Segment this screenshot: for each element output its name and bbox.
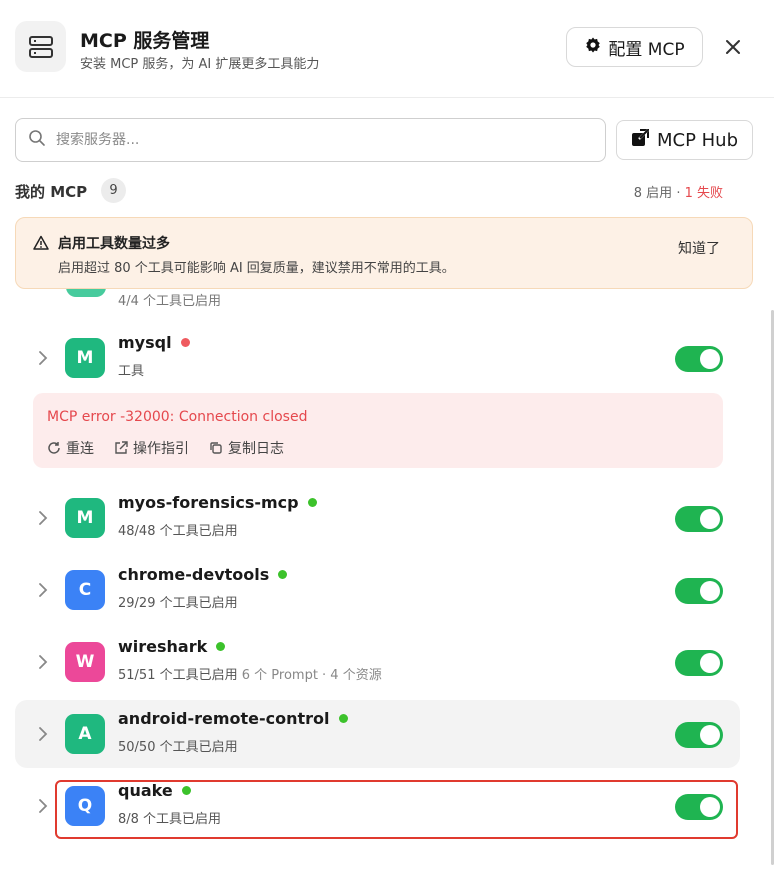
copy-icon — [210, 442, 222, 454]
warning-icon — [33, 235, 49, 255]
configure-mcp-button[interactable]: 配置 MCP — [566, 27, 703, 67]
server-subtitle: 工具 — [118, 364, 145, 379]
search-icon — [28, 129, 46, 151]
guide-link[interactable]: 操作指引 — [114, 438, 189, 458]
server-name: myos-forensics-mcp — [118, 493, 317, 512]
failed-count: 1 失败 — [684, 186, 723, 201]
dialog-subtitle: 安装 MCP 服务，为 AI 扩展更多工具能力 — [80, 57, 320, 72]
server-toggle[interactable] — [675, 506, 723, 532]
partial-avatar — [66, 289, 106, 297]
server-extra-info: 6 个 Prompt · 4 个资源 — [237, 668, 382, 683]
server-toggle[interactable] — [675, 722, 723, 748]
server-name: wireshark — [118, 637, 226, 656]
warning-title: 启用工具数量过多 — [58, 236, 170, 252]
online-status-dot — [338, 714, 348, 723]
server-subtitle: 8/8 个工具已启用 — [118, 812, 222, 827]
close-button[interactable] — [720, 34, 746, 60]
reconnect-button[interactable]: 重连 — [47, 438, 94, 458]
server-row-quake[interactable]: Q quake 8/8 个工具已启用 — [15, 772, 740, 840]
server-name: android-remote-control — [118, 709, 348, 728]
dialog-header: MCP 服务管理 安装 MCP 服务，为 AI 扩展更多工具能力 配置 MCP — [0, 0, 774, 98]
server-toggle[interactable] — [675, 346, 723, 372]
server-list[interactable]: 4/4 个工具已启用 M mysql 工具 MCP error -32000: … — [0, 289, 770, 870]
server-avatar: A — [65, 714, 105, 754]
server-toggle[interactable] — [675, 794, 723, 820]
server-subtitle: 50/50 个工具已启用 — [118, 740, 238, 755]
online-status-dot — [307, 498, 317, 507]
server-icon — [15, 21, 66, 72]
server-row-mysql[interactable]: M mysql 工具 — [15, 324, 740, 392]
chevron-right-icon[interactable] — [37, 351, 49, 365]
server-name: quake — [118, 781, 191, 800]
server-avatar: C — [65, 570, 105, 610]
online-status-dot — [278, 570, 288, 579]
server-subtitle: 48/48 个工具已启用 — [118, 524, 238, 539]
server-row-chrome-devtools[interactable]: C chrome-devtools 29/29 个工具已启用 — [15, 556, 740, 624]
configure-mcp-label: 配置 MCP — [608, 39, 685, 60]
dialog-title: MCP 服务管理 — [80, 30, 210, 52]
server-stats: 8 启用 · 1 失败 — [634, 182, 723, 201]
server-subtitle: 51/51 个工具已启用 6 个 Prompt · 4 个资源 — [118, 668, 382, 683]
server-toggle[interactable] — [675, 578, 723, 604]
dismiss-warning-button[interactable]: 知道了 — [678, 238, 720, 258]
mcp-hub-button[interactable]: MCP Hub — [616, 120, 753, 160]
refresh-icon — [48, 442, 60, 454]
server-avatar: M — [65, 498, 105, 538]
section-title: 我的 MCP — [15, 183, 88, 201]
error-panel: MCP error -32000: Connection closed 重连 操… — [33, 393, 723, 468]
server-row-myos-forensics-mcp[interactable]: M myos-forensics-mcp 48/48 个工具已启用 — [15, 484, 740, 552]
error-message: MCP error -32000: Connection closed — [47, 409, 308, 425]
error-status-dot — [180, 338, 190, 347]
copy-log-button[interactable]: 复制日志 — [209, 438, 284, 458]
server-row-wireshark[interactable]: W wireshark 51/51 个工具已启用 6 个 Prompt · 4 … — [15, 628, 740, 696]
chevron-right-icon[interactable] — [37, 511, 49, 525]
chevron-right-icon[interactable] — [37, 727, 49, 741]
external-link-icon — [631, 128, 649, 152]
tool-limit-warning: 启用工具数量过多 启用超过 80 个工具可能影响 AI 回复质量，建议禁用不常用… — [15, 217, 753, 289]
mcp-hub-label: MCP Hub — [656, 129, 739, 151]
warning-body: 启用超过 80 个工具可能影响 AI 回复质量，建议禁用不常用的工具。 — [58, 261, 455, 276]
chevron-right-icon[interactable] — [37, 799, 49, 813]
server-name: mysql — [118, 333, 190, 352]
server-avatar: W — [65, 642, 105, 682]
server-name: chrome-devtools — [118, 565, 288, 584]
external-link-icon — [115, 441, 128, 454]
server-count-badge: 9 — [101, 178, 126, 203]
chevron-right-icon[interactable] — [37, 583, 49, 597]
chevron-right-icon[interactable] — [37, 655, 49, 669]
enabled-count: 8 启用 · — [633, 186, 685, 201]
partial-row-subtitle: 4/4 个工具已启用 — [118, 294, 222, 309]
online-status-dot — [216, 642, 226, 651]
server-subtitle: 29/29 个工具已启用 — [118, 596, 238, 611]
server-search[interactable] — [15, 118, 606, 162]
server-avatar: Q — [65, 786, 105, 826]
online-status-dot — [181, 786, 191, 795]
gear-icon — [584, 36, 602, 59]
server-row-android-remote-control[interactable]: A android-remote-control 50/50 个工具已启用 — [15, 700, 740, 768]
close-icon — [726, 40, 740, 54]
server-avatar: M — [65, 338, 105, 378]
search-input[interactable] — [56, 132, 576, 148]
server-toggle[interactable] — [675, 650, 723, 676]
